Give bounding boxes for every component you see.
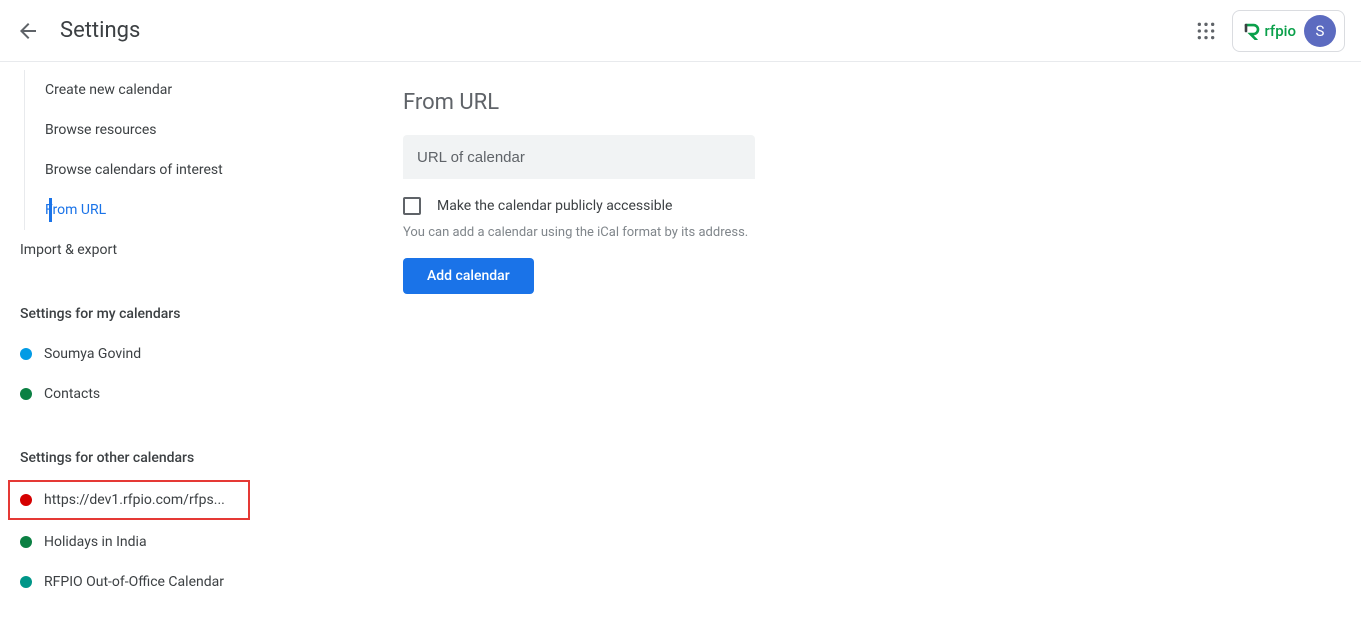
sidebar-cal-item[interactable]: RFPIO Out-of-Office Calendar xyxy=(0,562,260,602)
public-checkbox[interactable] xyxy=(403,197,421,215)
content: Create new calendar Browse resources Bro… xyxy=(0,62,1361,619)
header: Settings rfpio S xyxy=(0,0,1361,62)
main-content: From URL Make the calendar publicly acce… xyxy=(260,62,1361,619)
calendar-color-dot xyxy=(20,494,32,506)
sidebar-item-browse-resources[interactable]: Browse resources xyxy=(25,110,260,150)
sidebar-section-my-calendars: Settings for my calendars xyxy=(0,294,260,334)
avatar[interactable]: S xyxy=(1304,15,1336,47)
sidebar-item-label: Browse resources xyxy=(45,122,157,138)
back-arrow-icon[interactable] xyxy=(16,19,40,43)
sidebar-item-label: Import & export xyxy=(20,242,117,258)
header-left: Settings xyxy=(16,18,140,43)
sidebar-item-label: https://dev1.rfpio.com/rfps... xyxy=(44,492,225,508)
checkbox-row: Make the calendar publicly accessible xyxy=(403,197,1361,215)
calendar-color-dot xyxy=(20,576,32,588)
url-input[interactable] xyxy=(403,135,755,179)
help-text: You can add a calendar using the iCal fo… xyxy=(403,225,1361,240)
sidebar-item-label: Create new calendar xyxy=(45,82,172,98)
sidebar-item-label: From URL xyxy=(45,202,106,218)
checkbox-label: Make the calendar publicly accessible xyxy=(437,198,672,214)
rfpio-logo: rfpio xyxy=(1243,22,1297,40)
calendar-color-dot xyxy=(20,348,32,360)
sidebar-item-from-url[interactable]: From URL xyxy=(25,190,260,230)
add-calendar-button[interactable]: Add calendar xyxy=(403,258,534,294)
sidebar-item-label: RFPIO Out-of-Office Calendar xyxy=(44,574,224,590)
sidebar-sub-group: Create new calendar Browse resources Bro… xyxy=(24,70,260,230)
sidebar-item-create-calendar[interactable]: Create new calendar xyxy=(25,70,260,110)
page-title: Settings xyxy=(60,18,140,43)
account-box[interactable]: rfpio S xyxy=(1232,10,1346,52)
sidebar-section-other-calendars: Settings for other calendars xyxy=(0,438,260,478)
sidebar-item-label: Holidays in India xyxy=(44,534,147,550)
header-right: rfpio S xyxy=(1194,10,1346,52)
sidebar-cal-item[interactable]: Soumya Govind xyxy=(0,334,260,374)
sidebar-cal-item[interactable]: Holidays in India xyxy=(0,522,260,562)
calendar-color-dot xyxy=(20,388,32,400)
sidebar: Create new calendar Browse resources Bro… xyxy=(0,62,260,619)
sidebar-cal-item[interactable]: Contacts xyxy=(0,374,260,414)
apps-grid-icon[interactable] xyxy=(1194,19,1218,43)
section-title: From URL xyxy=(403,90,1361,115)
sidebar-item-browse-interest[interactable]: Browse calendars of interest xyxy=(25,150,260,190)
sidebar-item-label: Contacts xyxy=(44,386,100,402)
sidebar-item-label: Soumya Govind xyxy=(44,346,141,362)
sidebar-cal-item-highlighted[interactable]: https://dev1.rfpio.com/rfps... xyxy=(8,480,250,520)
calendar-color-dot xyxy=(20,536,32,548)
sidebar-item-label: Browse calendars of interest xyxy=(45,162,223,178)
brand-text: rfpio xyxy=(1265,22,1297,40)
sidebar-item-import-export[interactable]: Import & export xyxy=(0,230,260,270)
